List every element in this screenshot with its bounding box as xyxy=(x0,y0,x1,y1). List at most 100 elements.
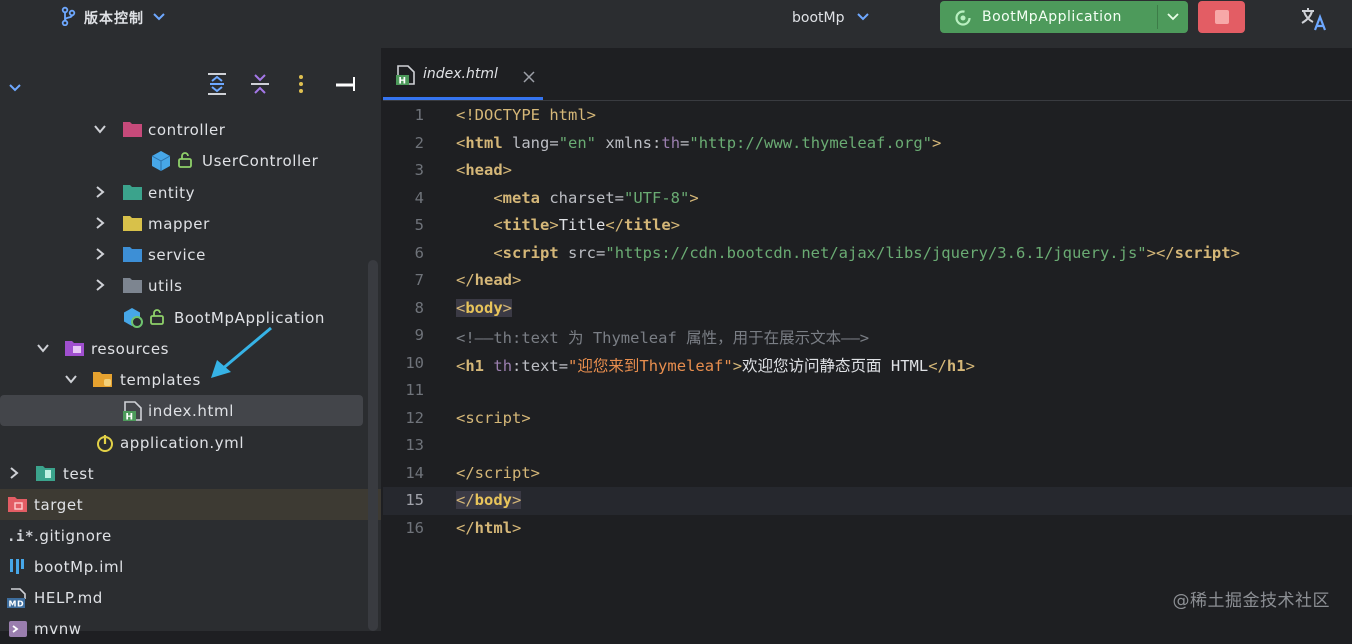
chevron-down-icon[interactable] xyxy=(8,78,22,97)
code-token: "UTF-8" xyxy=(624,188,690,207)
line-number: 14 xyxy=(405,463,424,482)
tree-item-label: mapper xyxy=(148,214,210,233)
code-comment: <!——th:text 为 Thymeleaf 属性，用于在展示文本——> xyxy=(456,329,870,347)
minimize-icon[interactable] xyxy=(334,74,358,98)
tab-label: index.html xyxy=(423,66,498,82)
code-line: 6 <script src="https://cdn.bootcdn.net/a… xyxy=(383,240,1352,268)
code-token: title xyxy=(624,216,671,234)
more-options-icon[interactable] xyxy=(297,74,305,98)
code-token: h1 xyxy=(946,356,966,375)
close-icon[interactable] xyxy=(523,68,535,87)
tree-item[interactable]: target xyxy=(0,489,381,520)
yaml-file-icon xyxy=(94,432,114,452)
active-tab-indicator xyxy=(383,97,543,100)
chevron-right-icon[interactable] xyxy=(93,247,107,261)
test-folder-icon xyxy=(35,463,55,483)
tree-item[interactable]: Hindex.html xyxy=(0,395,363,426)
code-token: html xyxy=(549,106,587,124)
tree-item[interactable]: UserController xyxy=(0,145,365,176)
package-folder-icon xyxy=(122,119,142,139)
tree-item[interactable]: controller xyxy=(0,114,365,145)
code-token: xmlns xyxy=(605,133,653,152)
code-line: 12 <script> xyxy=(383,405,1352,433)
editor-tab-bar: H index.html xyxy=(383,48,1352,101)
package-folder-icon xyxy=(122,244,142,264)
svg-text:H: H xyxy=(126,413,134,423)
html-file-icon: H xyxy=(395,64,417,90)
chevron-right-icon[interactable] xyxy=(93,185,107,199)
line-number: 8 xyxy=(414,298,424,317)
code-token: body xyxy=(474,491,512,509)
line-number: 11 xyxy=(405,381,424,399)
tree-item[interactable]: mvnw xyxy=(0,613,365,644)
collapse-all-icon[interactable] xyxy=(249,72,271,100)
code-line: 8 <body> xyxy=(383,295,1352,323)
unlocked-icon xyxy=(150,309,164,329)
shell-file-icon xyxy=(7,618,27,638)
gitignore-file-icon: .i* xyxy=(7,525,33,545)
run-configuration-widget[interactable]: BootMpApplication xyxy=(940,1,1188,33)
tree-item[interactable]: templates xyxy=(0,364,365,395)
code-line: 2 <html lang="en" xmlns:th="http://www.th… xyxy=(383,130,1352,158)
chevron-down-icon[interactable] xyxy=(93,122,107,136)
code-line: 5 <title>Title</title> xyxy=(383,212,1352,240)
tree-item[interactable]: MD HELP.md xyxy=(0,582,365,613)
line-number: 10 xyxy=(405,353,424,372)
chevron-right-icon[interactable] xyxy=(93,216,107,230)
expand-all-icon[interactable] xyxy=(206,72,228,100)
tab-index-html[interactable]: H index.html xyxy=(383,48,543,100)
code-line: 4 <meta charset="UTF-8"> xyxy=(383,185,1352,213)
code-token: Title xyxy=(558,216,606,234)
branch-icon xyxy=(60,6,76,30)
tree-item[interactable]: mapper xyxy=(0,208,365,239)
project-selector[interactable]: bootMp xyxy=(792,8,870,28)
line-number: 15 xyxy=(405,491,424,509)
tree-item[interactable]: test xyxy=(0,458,365,489)
line-number: 16 xyxy=(405,518,424,537)
annotation-arrow xyxy=(211,326,272,378)
code-token: script xyxy=(465,408,522,427)
tree-item[interactable]: application.yml xyxy=(0,427,365,458)
run-config-name: BootMpApplication xyxy=(982,9,1122,25)
tree-item-label: utils xyxy=(148,276,183,295)
tree-item[interactable]: BootMpApplication xyxy=(0,302,365,333)
tree-item[interactable]: bootMp.iml xyxy=(0,551,365,582)
tree-item-label: application.yml xyxy=(120,433,245,452)
chevron-down-icon xyxy=(1167,13,1179,21)
chevron-down-icon[interactable] xyxy=(64,372,78,386)
code-token: charset xyxy=(549,188,615,207)
tree-item-label: controller xyxy=(148,120,226,139)
chevron-down-icon[interactable] xyxy=(36,341,50,355)
translate-icon[interactable] xyxy=(1300,6,1328,36)
tree-item[interactable]: .i* .gitignore xyxy=(0,520,365,551)
code-token: script xyxy=(502,243,559,262)
tree-item-label: service xyxy=(148,245,206,264)
code-line-current: 15 </body> xyxy=(383,487,1352,515)
svg-text:MD: MD xyxy=(9,600,25,609)
tree-item[interactable]: service xyxy=(0,239,365,270)
code-token: body xyxy=(465,298,503,317)
code-line: 14 </script> xyxy=(383,460,1352,488)
tree-item-label: resources xyxy=(91,339,170,358)
code-token: script xyxy=(474,463,531,482)
package-folder-icon xyxy=(122,213,142,233)
tree-item[interactable]: resources xyxy=(0,333,365,364)
tree-item[interactable]: utils xyxy=(0,270,365,301)
code-line: 1 <!DOCTYPE html> xyxy=(383,102,1352,130)
line-number: 3 xyxy=(414,161,424,179)
run-config-dropdown[interactable] xyxy=(1158,12,1188,22)
tree-item-label: index.html xyxy=(148,401,234,420)
unlocked-icon xyxy=(178,152,192,172)
scrollbar[interactable] xyxy=(368,260,378,631)
stop-button[interactable] xyxy=(1198,1,1245,33)
chevron-right-icon[interactable] xyxy=(93,278,107,292)
stop-icon xyxy=(1214,10,1229,24)
line-number: 2 xyxy=(414,133,424,152)
code-token: > xyxy=(586,106,596,124)
folder-icon xyxy=(92,369,112,389)
rerun-icon xyxy=(954,9,972,31)
tree-item[interactable]: entity xyxy=(0,177,365,208)
chevron-right-icon[interactable] xyxy=(7,466,21,480)
vcs-widget[interactable]: 版本控制 xyxy=(60,6,166,30)
code-token: 欢迎您访问静态页面 HTML xyxy=(742,356,929,375)
